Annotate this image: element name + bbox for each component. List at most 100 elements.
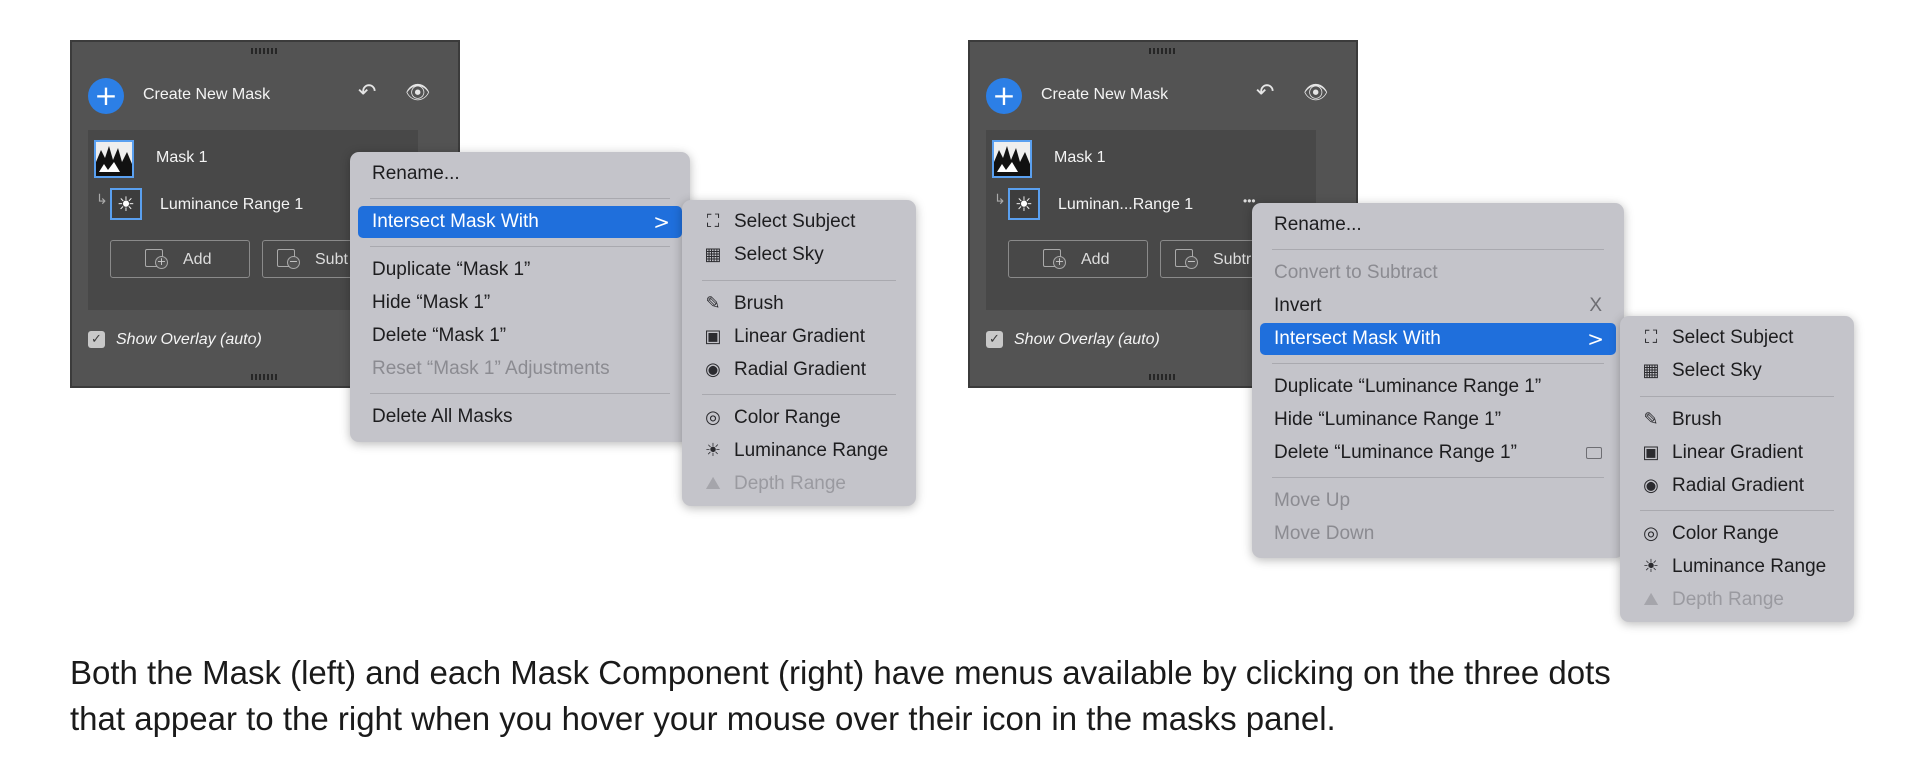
subtract-button-label: Subt — [315, 251, 348, 268]
menu-rename[interactable]: Rename... — [358, 158, 682, 190]
submenu-depth-range: ⛰ Depth Range — [690, 468, 908, 500]
show-overlay-checkbox[interactable]: ✓ — [88, 331, 105, 348]
submenu-linear-gradient[interactable]: ▣ Linear Gradient — [690, 321, 908, 353]
menu-separator — [1640, 396, 1834, 397]
submenu-radial-gradient[interactable]: ◉ Radial Gradient — [690, 354, 908, 386]
subtract-button-label: Subtr — [1213, 251, 1252, 268]
select-sky-label: Select Sky — [734, 244, 824, 265]
reset-icon[interactable]: ↶ — [1256, 80, 1274, 105]
show-overlay-label[interactable]: Show Overlay (auto) — [116, 331, 262, 349]
submenu-radial-gradient[interactable]: ◉ Radial Gradient — [1628, 470, 1846, 502]
menu-convert-to-subtract: Convert to Subtract — [1274, 262, 1438, 283]
depth-range-icon: ⛰ — [705, 473, 721, 494]
mask-thumbnail[interactable] — [992, 140, 1032, 178]
select-subject-label: Select Subject — [1672, 327, 1794, 348]
reset-icon[interactable]: ↶ — [358, 80, 376, 105]
add-button[interactable]: + Add — [1008, 240, 1148, 278]
add-button-label: Add — [183, 251, 212, 268]
mask-thumbnail-image — [994, 142, 1030, 176]
brush-icon: ✎ — [1643, 409, 1659, 430]
menu-intersect-mask-with[interactable]: Intersect Mask With > — [1260, 323, 1616, 355]
menu-separator — [1272, 477, 1604, 478]
create-new-mask-label[interactable]: Create New Mask — [1041, 86, 1168, 104]
luminance-range-1-label[interactable]: Luminan...Range 1 — [1058, 196, 1193, 214]
menu-rename[interactable]: Rename... — [1260, 209, 1616, 241]
menu-delete-label: Delete “Luminance Range 1” — [1274, 442, 1517, 463]
depth-range-label: Depth Range — [734, 473, 846, 494]
luminance-range-thumbnail[interactable]: ☀ — [110, 188, 142, 220]
component-arrow-icon: ↳ — [994, 192, 1006, 208]
show-overlay-checkbox[interactable]: ✓ — [986, 331, 1003, 348]
visibility-eye-icon[interactable]: 👁 — [405, 80, 430, 104]
color-range-icon: ◎ — [1643, 523, 1659, 544]
subtract-button[interactable]: − Subt — [262, 240, 362, 278]
menu-separator — [370, 198, 670, 199]
menu-duplicate[interactable]: Duplicate “Luminance Range 1” — [1260, 371, 1616, 403]
menu-hide[interactable]: Hide “Mask 1” — [358, 287, 682, 319]
color-range-icon: ◎ — [705, 407, 721, 428]
menu-move-up: Move Up — [1274, 490, 1351, 511]
add-plus-icon: + — [155, 255, 168, 269]
select-sky-icon: ▦ — [1642, 360, 1660, 381]
add-button-label: Add — [1081, 251, 1110, 268]
menu-separator — [1272, 363, 1604, 364]
menu-intersect-mask-with[interactable]: Intersect Mask With > — [358, 206, 682, 238]
luminance-range-thumbnail[interactable]: ☀ — [1008, 188, 1040, 220]
mask-1-label[interactable]: Mask 1 — [1054, 149, 1106, 167]
menu-hide[interactable]: Hide “Luminance Range 1” — [1260, 404, 1616, 436]
subtract-button[interactable]: − Subtr — [1160, 240, 1260, 278]
submenu-luminance-range[interactable]: ☀ Luminance Range — [690, 435, 908, 467]
select-subject-icon: ⛶ — [1644, 327, 1658, 348]
panel-grip-top[interactable] — [251, 48, 279, 54]
show-overlay-label[interactable]: Show Overlay (auto) — [1014, 331, 1160, 349]
submenu-brush[interactable]: ✎ Brush — [690, 288, 908, 320]
submenu-select-subject[interactable]: ⛶ Select Subject — [690, 206, 908, 238]
mask-thumbnail[interactable] — [94, 140, 134, 178]
submenu-select-sky[interactable]: ▦ Select Sky — [690, 239, 908, 271]
linear-gradient-icon: ▣ — [1642, 442, 1660, 463]
component-arrow-icon: ↳ — [96, 192, 108, 208]
submenu-select-subject[interactable]: ⛶ Select Subject — [1628, 322, 1846, 354]
select-sky-icon: ▦ — [704, 244, 722, 265]
submenu-select-sky[interactable]: ▦ Select Sky — [1628, 355, 1846, 387]
menu-separator — [370, 246, 670, 247]
menu-duplicate[interactable]: Duplicate “Mask 1” — [358, 254, 682, 286]
menu-move-down: Move Down — [1274, 523, 1375, 544]
menu-delete-all-masks[interactable]: Delete All Masks — [358, 401, 682, 433]
submenu-linear-gradient[interactable]: ▣ Linear Gradient — [1628, 437, 1846, 469]
linear-gradient-label: Linear Gradient — [1672, 442, 1803, 463]
panel-grip-bottom[interactable] — [1149, 374, 1177, 380]
submenu-luminance-range[interactable]: ☀ Luminance Range — [1628, 551, 1846, 583]
brush-icon: ✎ — [705, 293, 721, 314]
menu-separator — [702, 394, 896, 395]
submenu-depth-range: ⛰ Depth Range — [1628, 584, 1846, 616]
caption-line-1: Both the Mask (left) and each Mask Compo… — [70, 654, 1611, 691]
panel-grip-bottom[interactable] — [251, 374, 279, 380]
submenu-color-range[interactable]: ◎ Color Range — [1628, 518, 1846, 550]
create-new-mask-button[interactable]: + — [88, 78, 124, 114]
select-subject-label: Select Subject — [734, 211, 856, 232]
luminance-range-1-label[interactable]: Luminance Range 1 — [160, 196, 303, 214]
panel-grip-top[interactable] — [1149, 48, 1177, 54]
brush-label: Brush — [1672, 409, 1722, 430]
menu-intersect-label: Intersect Mask With — [1274, 328, 1441, 349]
add-button[interactable]: + Add — [110, 240, 250, 278]
submenu-color-range[interactable]: ◎ Color Range — [690, 402, 908, 434]
chevron-right-icon: > — [653, 210, 670, 234]
color-range-label: Color Range — [1672, 523, 1779, 544]
menu-delete[interactable]: Delete “Luminance Range 1” — [1260, 437, 1616, 469]
delete-key-icon — [1586, 447, 1602, 459]
menu-invert[interactable]: Invert X — [1260, 290, 1616, 322]
depth-range-label: Depth Range — [1672, 589, 1784, 610]
visibility-eye-icon[interactable]: 👁 — [1303, 80, 1328, 104]
radial-gradient-label: Radial Gradient — [1672, 475, 1805, 496]
create-new-mask-button[interactable]: + — [986, 78, 1022, 114]
luminance-range-icon: ☀ — [1642, 556, 1660, 577]
create-new-mask-label[interactable]: Create New Mask — [143, 86, 270, 104]
menu-delete[interactable]: Delete “Mask 1” — [358, 320, 682, 352]
submenu-brush[interactable]: ✎ Brush — [1628, 404, 1846, 436]
luminance-range-label: Luminance Range — [1672, 556, 1827, 577]
luminance-range-icon: ☀ — [704, 440, 722, 461]
intersect-submenu-left: ⛶ Select Subject ▦ Select Sky ✎ Brush ▣ … — [682, 200, 916, 506]
mask-1-label[interactable]: Mask 1 — [156, 149, 208, 167]
